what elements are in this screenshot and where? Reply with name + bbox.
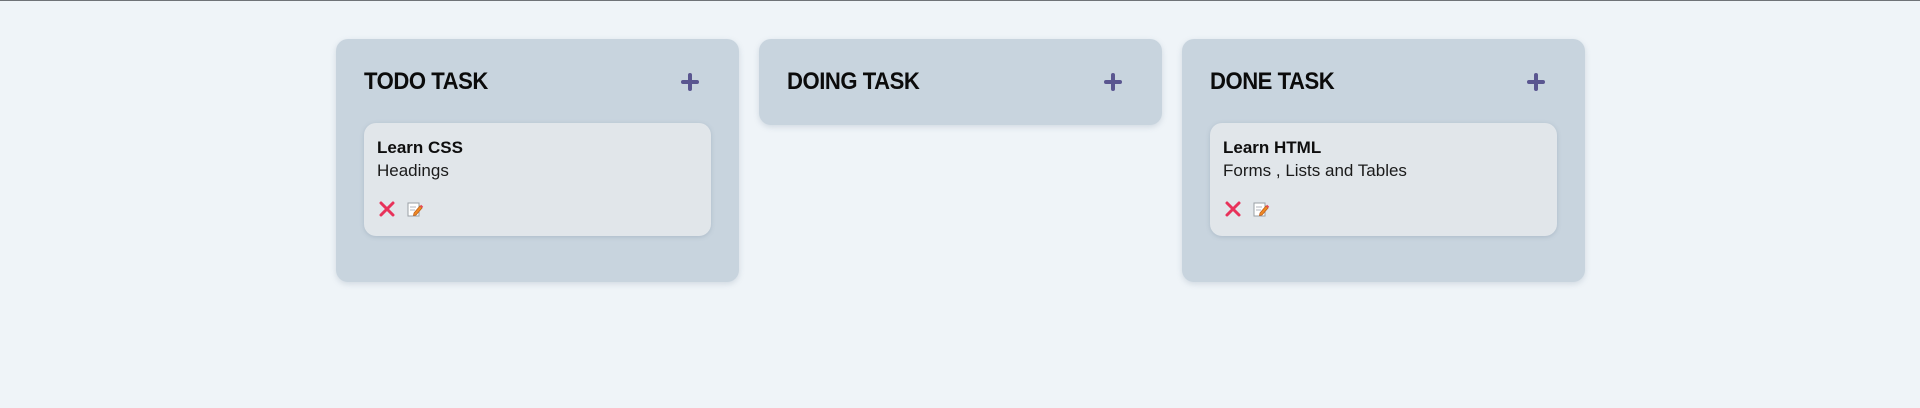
delete-task-button[interactable] — [1223, 199, 1243, 219]
column-title: DONE TASK — [1210, 68, 1335, 95]
task-actions — [377, 199, 698, 219]
column-done: DONE TASK Learn HTML Forms , Lists and T… — [1182, 39, 1585, 282]
task-board: TODO TASK Learn CSS Headings DOING TASK … — [336, 39, 1585, 282]
top-border — [0, 0, 1920, 1]
add-task-button[interactable] — [1102, 71, 1124, 93]
column-title: DOING TASK — [787, 68, 920, 95]
add-task-button[interactable] — [1525, 71, 1547, 93]
task-title: Learn CSS — [377, 138, 463, 157]
task-card: Learn CSS Headings — [364, 123, 711, 236]
close-icon — [379, 201, 395, 217]
add-task-button[interactable] — [679, 71, 701, 93]
close-icon — [1225, 201, 1241, 217]
column-todo: TODO TASK Learn CSS Headings — [336, 39, 739, 282]
edit-icon — [1253, 202, 1270, 217]
edit-icon — [407, 202, 424, 217]
edit-task-button[interactable] — [405, 199, 425, 219]
task-actions — [1223, 199, 1544, 219]
task-card: Learn HTML Forms , Lists and Tables — [1210, 123, 1557, 236]
edit-task-button[interactable] — [1251, 199, 1271, 219]
column-header: DOING TASK — [787, 67, 1134, 97]
column-header: DONE TASK — [1210, 67, 1557, 97]
task-description: Headings — [377, 161, 449, 180]
task-title: Learn HTML — [1223, 138, 1322, 157]
task-description: Forms , Lists and Tables — [1223, 161, 1407, 180]
column-header: TODO TASK — [364, 67, 711, 97]
column-doing: DOING TASK — [759, 39, 1162, 125]
column-title: TODO TASK — [364, 68, 488, 95]
delete-task-button[interactable] — [377, 199, 397, 219]
